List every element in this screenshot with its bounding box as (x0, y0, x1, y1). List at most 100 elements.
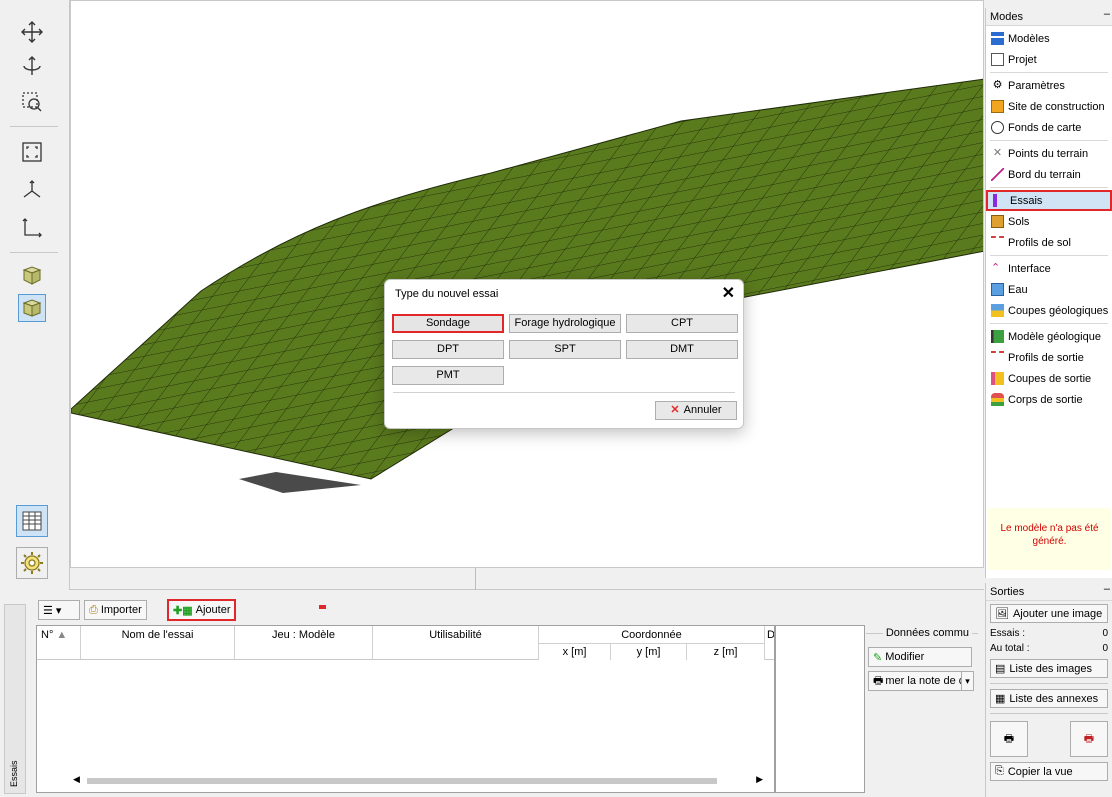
forage-hydrologique-button[interactable]: Forage hydrologique (509, 314, 621, 333)
col-coord-header: Coordonnée (539, 626, 765, 643)
preview-box (775, 625, 865, 793)
mode-item-points-terrain[interactable]: ✕ Points du terrain (986, 143, 1112, 164)
import-icon: ⎙ (89, 603, 98, 616)
copy-view-button[interactable]: ⎘ Copier la vue (990, 762, 1108, 781)
fit-view-icon[interactable] (18, 138, 46, 166)
mode-item-fonds-carte[interactable]: Fonds de carte (986, 117, 1112, 138)
collapse-icon[interactable]: – (1104, 583, 1110, 595)
direction-arrow (239, 472, 361, 493)
output-profiles-icon (991, 351, 1004, 364)
list-menu-button[interactable]: ☰ ▾ (38, 600, 80, 620)
axes-2d-icon[interactable] (18, 214, 46, 242)
dropdown-arrow-icon[interactable]: ▾ (961, 672, 973, 690)
image-list-button[interactable]: ▤ Liste des images (990, 659, 1108, 678)
essais-side-tab[interactable]: Essais (4, 604, 26, 794)
collapse-icon[interactable]: – (1104, 8, 1110, 20)
col-y-header[interactable]: y [m] (611, 643, 687, 660)
model-not-generated-warning: Le modèle n'a pas été généré. (988, 508, 1111, 570)
view-mode-icon[interactable] (18, 262, 46, 290)
table-icon: ▦ (995, 693, 1006, 705)
outputs-title: Sorties – (986, 583, 1112, 601)
mode-item-eau[interactable]: Eau (986, 279, 1112, 300)
table-view-icon[interactable] (16, 505, 48, 537)
geological-model-icon (991, 330, 1004, 343)
cancel-label: Annuler (683, 404, 722, 416)
red-marker (319, 605, 326, 609)
add-image-button[interactable]: 🖼 Ajouter une image (990, 604, 1108, 623)
cancel-x-icon: ✕ (670, 404, 680, 416)
spt-button[interactable]: SPT (509, 340, 621, 359)
mode-item-coupes-geologiques[interactable]: Coupes géologiques (986, 300, 1112, 321)
scroll-left-icon[interactable]: ◀ (73, 774, 80, 785)
globe-icon (991, 121, 1004, 134)
new-test-type-dialog: Type du nouvel essai ✕ Sondage Forage hy… (384, 279, 744, 429)
annex-list-button[interactable]: ▦ Liste des annexes (990, 689, 1108, 708)
soils-icon (991, 215, 1004, 228)
viewport-splitter[interactable] (70, 568, 984, 590)
col-usability-header[interactable]: Utilisabilité (373, 626, 539, 660)
print-pdf-icon[interactable]: 🖶 (1070, 721, 1108, 757)
mode-item-coupes-sortie[interactable]: Coupes de sortie (986, 368, 1112, 389)
water-icon (991, 283, 1004, 296)
printer-icon: 🖶 (873, 674, 884, 687)
mode-item-profils-sol[interactable]: Profils de sol (986, 232, 1112, 253)
print-note-button[interactable]: 🖶 mer la note de c ▾ (868, 671, 974, 691)
scroll-right-icon[interactable]: ▶ (756, 774, 763, 785)
dmt-button[interactable]: DMT (626, 340, 738, 359)
col-x-header[interactable]: x [m] (539, 643, 611, 660)
modes-title: Modes – (986, 8, 1112, 26)
modify-button[interactable]: ✎ Modifier (868, 647, 972, 667)
geological-sections-icon (991, 304, 1004, 317)
modes-panel: Modes – Modèles Projet ⚙ Paramètres Site d… (985, 8, 1112, 578)
common-data-title: Données commu (885, 627, 969, 639)
mode-item-modeles[interactable]: Modèles (986, 28, 1112, 49)
mode-item-corps-sortie[interactable]: Corps de sortie (986, 389, 1112, 410)
tests-icon (993, 194, 1006, 207)
add-icon: ✚▦ (173, 604, 193, 617)
cpt-button[interactable]: CPT (626, 314, 738, 333)
rotate-icon[interactable] (18, 52, 46, 80)
mode-item-sols[interactable]: Sols (986, 211, 1112, 232)
terrain-edge-icon (991, 168, 1004, 181)
gear-icon: ⚙ (992, 79, 1003, 91)
col-z-header[interactable]: z [m] (687, 643, 765, 660)
add-button[interactable]: ✚▦ Ajouter (167, 599, 237, 621)
list-icon: ▤ (995, 663, 1006, 675)
col-d-header[interactable]: D (765, 626, 774, 660)
col-set-header[interactable]: Jeu : Modèle (235, 626, 373, 660)
mode-item-projet[interactable]: Projet (986, 49, 1112, 70)
pmt-button[interactable]: PMT (392, 366, 504, 385)
mode-item-interface[interactable]: ⌃ Interface (986, 258, 1112, 279)
mode-item-bord-terrain[interactable]: Bord du terrain (986, 164, 1112, 185)
models-icon (991, 32, 1004, 45)
terrain-points-icon: ✕ (992, 147, 1003, 159)
dpt-button[interactable]: DPT (392, 340, 504, 359)
left-toolbar (0, 0, 70, 590)
mode-item-essais[interactable]: Essais (986, 190, 1112, 211)
sondage-button[interactable]: Sondage (392, 314, 504, 333)
zoom-window-icon[interactable] (18, 88, 46, 116)
document-icon (991, 53, 1004, 66)
close-icon[interactable]: ✕ (722, 283, 735, 303)
col-no-header[interactable]: N° ▲ (37, 626, 81, 660)
pan-icon[interactable] (18, 18, 46, 46)
table-h-scrollbar[interactable]: ◀ ▶ (67, 774, 767, 788)
axes-3d-icon[interactable] (18, 176, 46, 204)
cancel-button[interactable]: ✕ Annuler (655, 401, 737, 420)
mode-item-parametres[interactable]: ⚙ Paramètres (986, 75, 1112, 96)
list-icon: ☰ ▾ (43, 604, 62, 617)
add-image-icon: 🖼 (995, 608, 1009, 620)
solid-view-icon[interactable] (18, 294, 46, 322)
print-icon[interactable]: 🖶 (990, 721, 1028, 757)
interface-icon: ⌃ (991, 262, 1001, 274)
construction-site-icon (991, 100, 1004, 113)
total-count-row: Au total :0 (990, 643, 1108, 654)
mode-item-profils-sortie[interactable]: Profils de sortie (986, 347, 1112, 368)
outputs-panel: Sorties – 🖼 Ajouter une image Essais :0 Au… (985, 583, 1112, 797)
import-button[interactable]: ⎙ Importer (84, 600, 147, 620)
settings-gear-icon[interactable] (16, 547, 48, 579)
col-name-header[interactable]: Nom de l'essai (81, 626, 235, 660)
tests-table[interactable]: N° ▲ Nom de l'essai Jeu : Modèle Utilisa… (36, 625, 775, 793)
mode-item-modele-geologique[interactable]: Modèle géologique (986, 326, 1112, 347)
mode-item-site-construction[interactable]: Site de construction (986, 96, 1112, 117)
